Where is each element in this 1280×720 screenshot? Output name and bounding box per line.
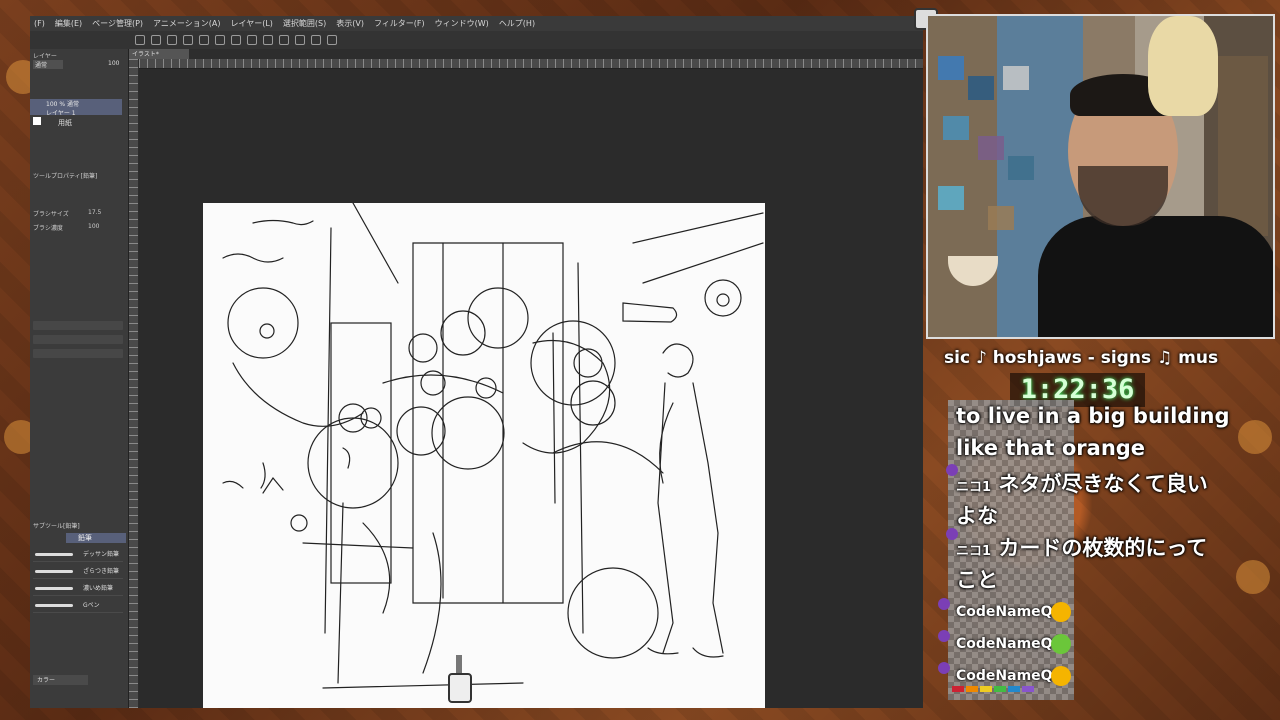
bowl-icon bbox=[948, 256, 998, 286]
user-badge-icon bbox=[946, 464, 958, 476]
chat-prefix: ニコ1 bbox=[956, 544, 992, 559]
open-file-icon[interactable] bbox=[151, 35, 161, 45]
menu-item[interactable]: (F) bbox=[34, 19, 45, 28]
ruler-vertical bbox=[129, 59, 138, 708]
subtool-item[interactable]: 濃いめ鉛筆 bbox=[33, 581, 123, 596]
chat-message-line: to live in a big building bbox=[956, 404, 1230, 428]
menu-item[interactable]: アニメーション(A) bbox=[153, 18, 220, 29]
slider-row[interactable] bbox=[33, 335, 123, 344]
subtool-label: 濃いめ鉛筆 bbox=[83, 585, 114, 592]
menu-item[interactable]: 編集(E) bbox=[55, 18, 82, 29]
subtool-header: サブツール[鉛筆] bbox=[33, 523, 80, 530]
menu-item[interactable]: フィルター(F) bbox=[374, 18, 425, 29]
density-label: ブラシ濃度 bbox=[33, 225, 63, 232]
redo-icon[interactable] bbox=[215, 35, 225, 45]
now-playing-ticker: sic ♪ hoshjaws - signs ♫ mus bbox=[926, 342, 1226, 372]
drawing-canvas[interactable] bbox=[203, 203, 765, 708]
chat-message-line: ニコ1 ネタが尽きなくて良い bbox=[946, 464, 1208, 498]
chat-text: to live in a big building bbox=[956, 404, 1230, 428]
user-badge-icon bbox=[946, 528, 958, 540]
chat-text: like that orange bbox=[956, 436, 1146, 460]
layer-sub: レイヤー 1 bbox=[46, 110, 76, 117]
menu-item[interactable]: 選択範囲(S) bbox=[283, 18, 326, 29]
subtool-tab-pencil[interactable]: 鉛筆 bbox=[66, 533, 126, 543]
menu-item[interactable]: レイヤー(L) bbox=[230, 18, 272, 29]
paper-layer-label[interactable]: 用紙 bbox=[58, 118, 72, 128]
chat-text: よな bbox=[956, 504, 998, 528]
paper-swatch bbox=[33, 117, 41, 125]
chat-message-line: こと bbox=[956, 564, 998, 594]
menu-item[interactable]: ページ管理(P) bbox=[92, 18, 143, 29]
color-strip bbox=[952, 686, 1034, 692]
select-icon[interactable] bbox=[295, 35, 305, 45]
layer-name: 100 % 通常 bbox=[46, 101, 79, 108]
slider-row[interactable] bbox=[33, 349, 123, 358]
save-icon[interactable] bbox=[167, 35, 177, 45]
chat-text: ネタが尽きなくて良い bbox=[998, 472, 1208, 496]
clear-icon[interactable] bbox=[247, 35, 257, 45]
chat-username: CodeNameQR bbox=[956, 668, 1064, 684]
fill-icon[interactable] bbox=[263, 35, 273, 45]
now-playing-text: sic ♪ hoshjaws - signs ♫ mus bbox=[944, 348, 1219, 368]
pixel-mascot-icon bbox=[448, 655, 472, 705]
grin-emoji bbox=[1051, 602, 1071, 622]
menu-bar: (F) 編集(E) ページ管理(P) アニメーション(A) レイヤー(L) 選択範囲(S)… bbox=[30, 16, 923, 31]
chat-prefix: ニコ1 bbox=[956, 480, 992, 495]
layer-row-selected[interactable]: 100 % 通常 レイヤー 1 bbox=[30, 99, 122, 117]
crop-icon[interactable] bbox=[279, 35, 289, 45]
chat-text: こと bbox=[956, 568, 998, 592]
menu-item[interactable]: 表示(V) bbox=[336, 18, 364, 29]
webcam-feed bbox=[926, 14, 1275, 339]
chat-username: CodeNameQR bbox=[956, 636, 1064, 652]
left-panel: レイヤー 通常 100 100 % 通常 レイヤー 1 用紙 ツールプロパティ[… bbox=[30, 49, 129, 708]
subtool-item[interactable]: ざらつき鉛筆 bbox=[33, 564, 123, 579]
ruler-horizontal bbox=[139, 59, 923, 69]
chat-text: カードの枚数的にって bbox=[998, 536, 1208, 560]
subtool-label: ざらつき鉛筆 bbox=[83, 568, 120, 575]
new-file-icon[interactable] bbox=[135, 35, 145, 45]
density-value[interactable]: 100 bbox=[88, 223, 99, 230]
teddy-bear-icon bbox=[1148, 16, 1218, 116]
blend-mode-select[interactable]: 通常 bbox=[33, 60, 63, 69]
command-toolbar bbox=[30, 31, 923, 49]
brush-stroke-preview bbox=[35, 553, 73, 556]
thumbs-up-emoji bbox=[1051, 666, 1071, 686]
undo-icon[interactable] bbox=[199, 35, 209, 45]
subtool-list: デッサン鉛筆 ざらつき鉛筆 濃いめ鉛筆 Gペン bbox=[33, 547, 123, 615]
user-badge-icon bbox=[938, 630, 950, 642]
tool-property-header: ツールプロパティ[鉛筆] bbox=[33, 173, 98, 180]
subtool-item[interactable]: Gペン bbox=[33, 598, 123, 613]
menu-item[interactable]: ウィンドウ(W) bbox=[435, 18, 489, 29]
ruler-icon[interactable] bbox=[327, 35, 337, 45]
transform-icon[interactable] bbox=[231, 35, 241, 45]
brush-stroke-preview bbox=[35, 570, 73, 573]
pencil-sketch bbox=[222, 203, 764, 689]
chat-message-line: ニコ1 カードの枚数的にって bbox=[946, 528, 1208, 562]
chat-message-line: like that orange bbox=[956, 436, 1145, 460]
color-select[interactable]: カラー bbox=[33, 675, 88, 685]
brush-stroke-preview bbox=[35, 604, 73, 607]
user-badge-icon bbox=[938, 662, 950, 674]
smile-emoji bbox=[1051, 634, 1071, 654]
subtool-item[interactable]: デッサン鉛筆 bbox=[33, 547, 123, 562]
pen-icon[interactable] bbox=[311, 35, 321, 45]
document-tab[interactable]: イラスト* bbox=[129, 49, 189, 59]
opacity-value[interactable]: 100 bbox=[108, 60, 119, 67]
print-icon[interactable] bbox=[183, 35, 193, 45]
subtool-label: Gペン bbox=[83, 602, 100, 609]
chat-overlay: to live in a big building like that orang… bbox=[938, 400, 1246, 706]
brush-size-label: ブラシサイズ bbox=[33, 211, 69, 218]
user-badge-icon bbox=[938, 598, 950, 610]
brush-size-value[interactable]: 17.5 bbox=[88, 209, 101, 216]
subtool-label: デッサン鉛筆 bbox=[83, 551, 120, 558]
brush-stroke-preview bbox=[35, 587, 73, 590]
menu-item[interactable]: ヘルプ(H) bbox=[499, 18, 535, 29]
chat-message-line: よな bbox=[956, 500, 998, 530]
slider-row[interactable] bbox=[33, 321, 123, 330]
chat-username: CodeNameQR bbox=[956, 604, 1064, 620]
